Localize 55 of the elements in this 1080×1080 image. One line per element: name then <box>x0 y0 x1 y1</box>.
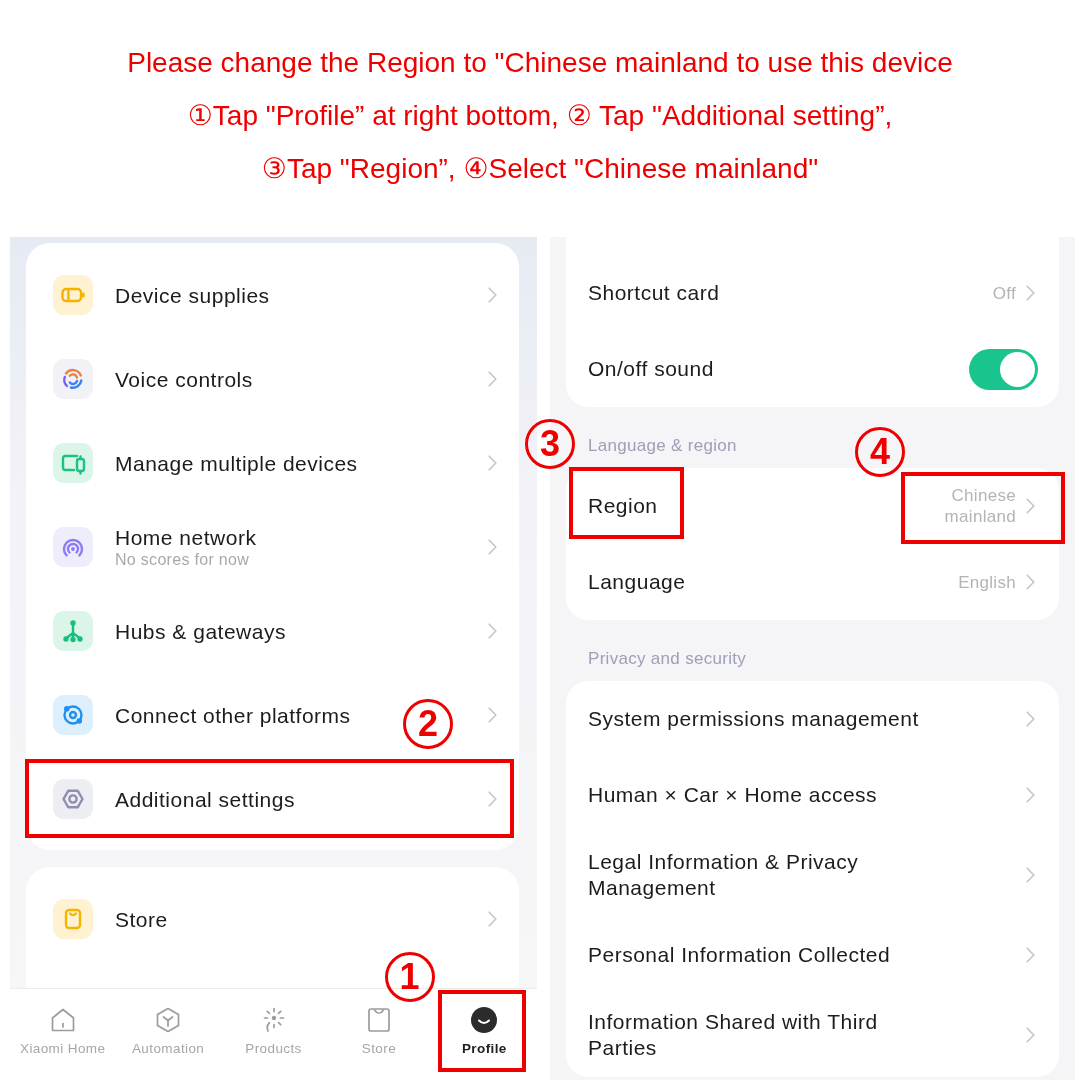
ring-icon <box>53 695 93 735</box>
menu-label[interactable]: Connect other platforms <box>115 702 351 728</box>
chevron-icon <box>488 791 497 807</box>
instruction-text: ①Tap "Profile” at right bottom, ② Tap "Additional setting”, <box>187 99 893 133</box>
step-marker: 3 <box>525 419 575 469</box>
menu-label[interactable]: Manage multiple devices <box>115 450 358 476</box>
smiley-icon <box>469 1005 500 1035</box>
chevron-icon <box>488 455 497 471</box>
step-marker: 2 <box>403 699 453 749</box>
menu-label[interactable]: Voice controls <box>115 366 253 392</box>
section-title: Privacy and security <box>588 648 747 669</box>
battery-icon <box>53 275 93 315</box>
step-marker: 4 <box>855 427 905 477</box>
setting-label[interactable]: Language <box>588 569 686 595</box>
devices-icon <box>53 443 93 483</box>
signal-icon <box>53 527 93 567</box>
chevron-icon <box>488 623 497 639</box>
chevron-icon <box>1026 947 1035 963</box>
chevron-icon <box>1026 711 1035 727</box>
menu-label[interactable]: Device supplies <box>115 282 270 308</box>
setting-value: Chinese mainland <box>943 485 1016 527</box>
setting-value: Off <box>992 282 1016 304</box>
chevron-icon <box>1026 787 1035 803</box>
setting-value: English <box>958 571 1016 593</box>
setting-label[interactable]: Information Shared with Third Parties <box>588 1009 943 1061</box>
setting-label[interactable]: Region <box>588 493 658 519</box>
step-marker: 1 <box>384 952 435 1002</box>
setting-label[interactable]: Human × Car × Home access <box>588 782 878 808</box>
chevron-icon <box>1026 867 1035 883</box>
toggle-switch[interactable] <box>969 348 1038 390</box>
chevron-icon <box>488 539 497 555</box>
chevron-icon <box>488 707 497 723</box>
setting-label[interactable]: Legal Information & Privacy Management <box>588 849 943 901</box>
setting-label[interactable]: System permissions management <box>588 706 919 732</box>
menu-subtitle: No scores for now <box>115 549 250 570</box>
chevron-icon <box>488 371 497 387</box>
section-title: Language & region <box>588 435 737 456</box>
instruction-text: Please change the Region to "Chinese mainland to use this device <box>127 46 953 80</box>
chevron-icon <box>488 287 497 303</box>
setting-label[interactable]: Shortcut card <box>588 280 720 306</box>
menu-label[interactable]: Additional settings <box>115 786 295 812</box>
setting-label[interactable]: Personal Information Collected <box>588 942 891 968</box>
chevron-icon <box>1026 498 1035 514</box>
setting-label[interactable]: On/off sound <box>588 356 714 382</box>
chevron-icon <box>488 911 497 927</box>
menu-label[interactable]: Hubs & gateways <box>115 618 286 644</box>
chevron-icon <box>1026 285 1035 301</box>
instruction-text: ③Tap "Region”, ④Select "Chinese mainland" <box>261 152 819 186</box>
menu-label[interactable]: Home network <box>115 524 257 550</box>
swirl-icon <box>53 359 93 399</box>
bag-icon <box>53 899 93 939</box>
chevron-icon <box>1026 574 1035 590</box>
menu-label[interactable]: Store <box>115 906 168 932</box>
chevron-icon <box>1026 1027 1035 1043</box>
hub-icon <box>53 611 93 651</box>
